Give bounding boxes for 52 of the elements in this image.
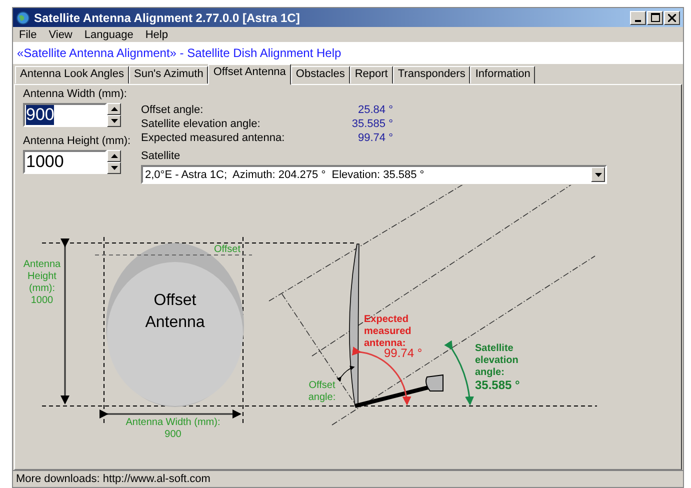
- offset-angle-label: Offset angle:: [308, 380, 336, 403]
- menu-item[interactable]: File: [19, 28, 37, 40]
- elevation-label: Satellite elevation angle:: [475, 343, 518, 378]
- expected-value: 99.74 °: [384, 346, 422, 360]
- elevation-value: 35.585 °: [475, 378, 520, 392]
- tab[interactable]: Transponders: [392, 66, 470, 84]
- tab[interactable]: Offset Antenna: [208, 64, 291, 85]
- window-title: Satellite Antenna Alignment 2.77.0.0 [Astra 1C]: [34, 10, 301, 24]
- result-label: Offset angle:: [141, 104, 204, 116]
- dish-title: Offset Antenna: [145, 292, 205, 331]
- maximize-icon: [650, 13, 660, 22]
- menu-item[interactable]: View: [48, 28, 72, 40]
- width-label: Antenna Width (mm): 900: [126, 417, 220, 440]
- down-arrow-icon: [110, 166, 118, 170]
- menu-item[interactable]: Language: [84, 28, 134, 40]
- offset-label: Offset: [214, 244, 240, 255]
- up-arrow-icon: [110, 154, 118, 158]
- globe-icon: [16, 10, 30, 24]
- down-arrow-icon: [110, 119, 118, 123]
- result-value: 35.585 °: [352, 118, 393, 130]
- number-field[interactable]: 1000: [23, 150, 107, 174]
- help-link[interactable]: «Satellite Antenna Alignment» - Satellite Dish Alignment Help: [17, 46, 342, 60]
- result-label: Satellite elevation angle:: [141, 118, 260, 130]
- expected-label: Expected measured antenna:: [364, 314, 412, 349]
- result-value: 99.74 °: [358, 132, 393, 144]
- satellite-dropdown[interactable]: 2,0°E - Astra 1C; Azimuth: 204.275 ° Elevation: 35.585 °: [141, 165, 607, 184]
- spin-up-button[interactable]: [107, 103, 121, 115]
- offset-angle-arc: [336, 366, 355, 382]
- minimize-button[interactable]: [630, 10, 646, 24]
- spin-up-button[interactable]: [107, 150, 121, 162]
- tab[interactable]: Antenna Look Angles: [15, 66, 129, 84]
- field-label: Satellite: [141, 150, 182, 162]
- minimize-icon: [635, 20, 641, 22]
- number-field[interactable]: 900: [23, 103, 107, 127]
- tab[interactable]: Information: [470, 66, 536, 84]
- field-label: Antenna Height (mm):: [23, 135, 129, 147]
- tab[interactable]: Report: [350, 66, 393, 84]
- spin-down-button[interactable]: [107, 162, 121, 174]
- spin-down-button[interactable]: [107, 115, 121, 127]
- tab[interactable]: Obstacles: [290, 66, 350, 84]
- menu-item[interactable]: Help: [145, 28, 168, 40]
- elevation-angle-arc: [444, 340, 474, 406]
- maximize-button[interactable]: [647, 10, 663, 24]
- status-text: More downloads: http://www.al-soft.com: [16, 473, 210, 485]
- close-button[interactable]: [664, 10, 680, 24]
- result-label: Expected measured antenna:: [141, 132, 285, 144]
- caret-icon: [594, 172, 602, 176]
- height-label: Antenna Height (mm): 1000: [23, 259, 61, 306]
- field-label: Antenna Width (mm):: [23, 88, 128, 100]
- result-value: 25.84 °: [358, 104, 393, 116]
- up-arrow-icon: [110, 107, 118, 111]
- close-icon: [668, 14, 676, 22]
